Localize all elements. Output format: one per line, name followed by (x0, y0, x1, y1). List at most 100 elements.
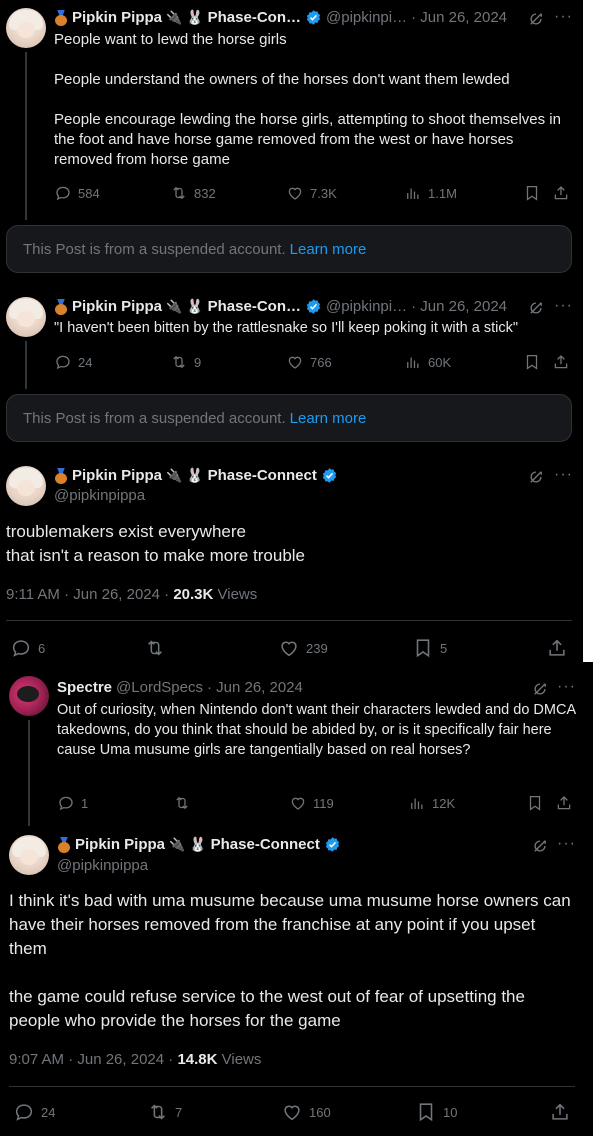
like-count: 239 (306, 640, 328, 656)
author-name[interactable]: Spectre (57, 679, 112, 696)
grok-icon[interactable] (527, 468, 545, 486)
reply-count: 24 (78, 354, 93, 370)
bookmark-button[interactable]: 10 (415, 1101, 457, 1123)
bookmark-icon (412, 637, 434, 659)
like-button[interactable]: 119 (289, 794, 334, 812)
learn-more-link[interactable]: Learn more (290, 410, 367, 427)
repost-button[interactable]: 9 (170, 353, 201, 371)
share-icon (552, 184, 570, 202)
more-icon[interactable]: ··· (554, 297, 573, 315)
verified-badge-icon[interactable] (305, 9, 322, 26)
like-icon (278, 637, 300, 659)
share-button[interactable] (546, 637, 568, 659)
plug-icon: 🔌 (169, 836, 186, 852)
views-button[interactable]: 12K (408, 794, 455, 812)
more-icon[interactable]: ··· (557, 835, 576, 853)
share-icon (555, 794, 573, 812)
suspended-message: This Post is from a suspended account. (23, 409, 286, 427)
share-button[interactable] (552, 184, 570, 202)
reply-icon (57, 794, 75, 812)
author-name[interactable]: Pipkin Pippa (75, 836, 165, 853)
reply-button[interactable]: 24 (13, 1101, 55, 1123)
views-label: Views (217, 1051, 262, 1068)
author-name[interactable]: Pipkin Pippa (72, 9, 162, 26)
share-button[interactable] (552, 353, 570, 371)
share-icon (546, 637, 568, 659)
bookmark-icon (523, 184, 541, 202)
grok-icon[interactable] (531, 837, 549, 855)
verified-badge-icon[interactable] (305, 298, 322, 315)
views-button[interactable]: 60K (404, 353, 451, 371)
bookmark-button[interactable] (526, 794, 544, 812)
like-button[interactable]: 766 (286, 353, 332, 371)
more-icon[interactable]: ··· (554, 8, 573, 26)
reply-button[interactable]: 6 (10, 637, 45, 659)
repost-icon (147, 1101, 169, 1123)
like-count: 766 (310, 354, 332, 370)
medal-icon (54, 10, 68, 26)
avatar-pipkin-pippa[interactable] (6, 8, 46, 48)
medal-icon (54, 468, 68, 484)
bookmark-button[interactable] (523, 353, 541, 371)
post-date[interactable]: · Jun 26, 2024 (411, 298, 507, 315)
avatar-pipkin-pippa[interactable] (9, 835, 49, 875)
grok-icon[interactable] (527, 10, 545, 28)
post-meta: 9:07 AM · Jun 26, 2024 · 14.8K Views (9, 1051, 261, 1068)
reply-button[interactable]: 1 (57, 794, 88, 812)
avatar-spectre[interactable] (9, 676, 49, 716)
post-date[interactable]: · Jun 26, 2024 (411, 9, 507, 26)
verified-badge-icon[interactable] (321, 467, 338, 484)
reply-button[interactable]: 24 (54, 353, 92, 371)
views-icon (404, 184, 422, 202)
reply-count: 6 (38, 640, 46, 656)
author-handle[interactable]: @pipkinpi… (326, 9, 407, 26)
more-icon[interactable]: ··· (554, 466, 573, 484)
author-name[interactable]: Pipkin Pippa (72, 467, 162, 484)
bookmark-button[interactable] (523, 184, 541, 202)
thread-line (28, 720, 30, 826)
like-button[interactable]: 160 (281, 1101, 331, 1123)
avatar-pipkin-pippa[interactable] (6, 466, 46, 506)
share-button[interactable] (549, 1101, 571, 1123)
post-actions: 1 119 12K (57, 793, 579, 813)
repost-button[interactable]: 7 (147, 1101, 182, 1123)
reply-count: 1 (81, 795, 89, 811)
author-handle[interactable]: @pipkinpippa (54, 487, 145, 504)
like-count: 160 (309, 1104, 331, 1120)
reply-icon (54, 353, 72, 371)
like-icon (289, 794, 307, 812)
author-handle[interactable]: @LordSpecs (116, 679, 203, 696)
avatar-pipkin-pippa[interactable] (6, 297, 46, 337)
suspended-post-notice: This Post is from a suspended account. L… (6, 225, 572, 273)
like-icon (286, 353, 304, 371)
divider (6, 620, 572, 621)
share-button[interactable] (555, 794, 573, 812)
post-header: Pipkin Pippa 🔌 🐰 Phase-Con… @pipkinpi… ·… (54, 9, 507, 26)
bookmark-button[interactable]: 5 (412, 637, 447, 659)
grok-icon[interactable] (531, 680, 549, 698)
bunny-icon: 🐰 (189, 836, 207, 852)
views-icon (404, 353, 422, 371)
more-icon[interactable]: ··· (557, 678, 576, 696)
thread-line (25, 341, 27, 389)
verified-badge-icon[interactable] (324, 836, 341, 853)
author-name[interactable]: Pipkin Pippa (72, 298, 162, 315)
repost-button[interactable] (144, 637, 166, 659)
screenshot-edge-strip (583, 0, 593, 662)
bookmark-count: 5 (440, 640, 448, 656)
author-handle[interactable]: @pipkinpi… (326, 298, 407, 315)
like-button[interactable]: 239 (278, 637, 328, 659)
author-handle[interactable]: @pipkinpippa (57, 857, 148, 874)
post-timestamp[interactable]: 9:11 AM · Jun 26, 2024 · (6, 586, 173, 603)
views-button[interactable]: 1.1M (404, 184, 457, 202)
reply-button[interactable]: 584 (54, 184, 100, 202)
reply-count: 584 (78, 185, 100, 201)
grok-icon[interactable] (527, 299, 545, 317)
like-button[interactable]: 7.3K (286, 184, 337, 202)
repost-button[interactable] (173, 794, 191, 812)
post-timestamp[interactable]: 9:07 AM · Jun 26, 2024 · (9, 1051, 177, 1068)
repost-button[interactable]: 832 (170, 184, 216, 202)
post-date[interactable]: · Jun 26, 2024 (207, 679, 303, 696)
learn-more-link[interactable]: Learn more (290, 241, 367, 258)
post-meta: 9:11 AM · Jun 26, 2024 · 20.3K Views (6, 586, 257, 603)
